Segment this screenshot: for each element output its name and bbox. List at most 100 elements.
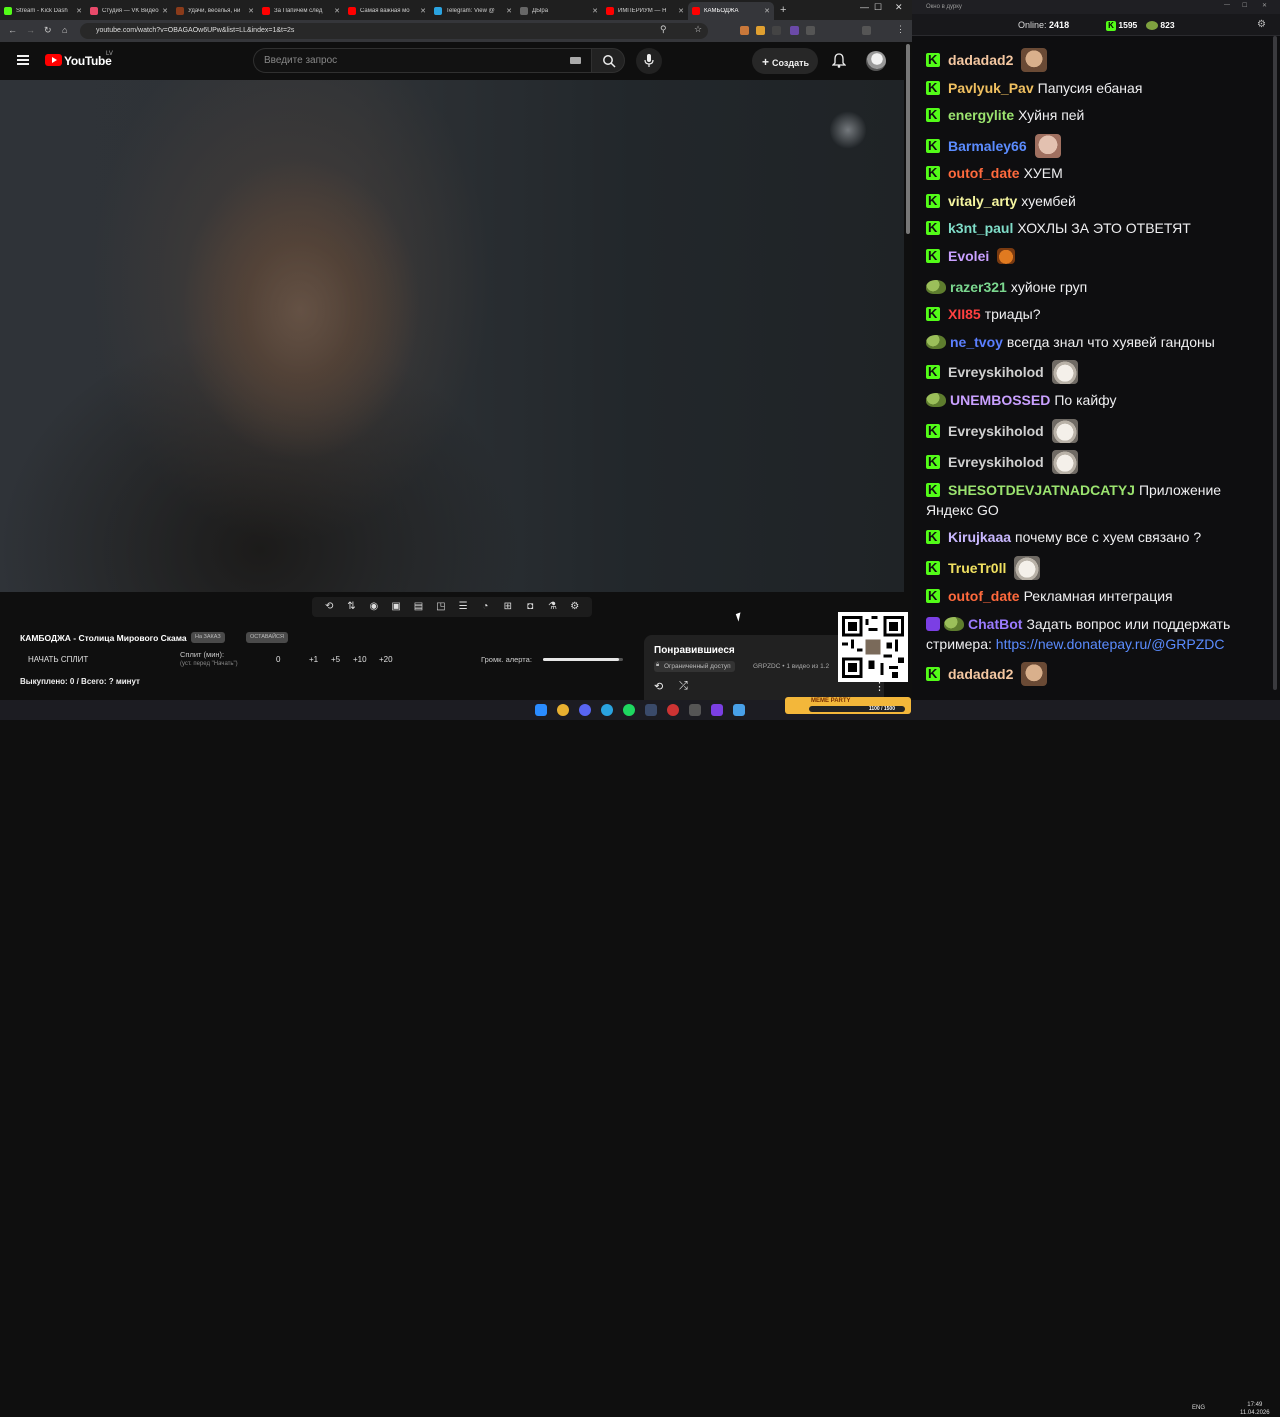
donation-link[interactable]: https://new.donatepay.ru/@GRPZDC [996,636,1225,652]
maximize-icon[interactable]: ☐ [874,2,882,13]
video-player[interactable] [0,80,904,592]
create-button[interactable]: + Создать [752,48,818,74]
page-scrollbar-thumb[interactable] [906,44,910,234]
tab-close-icon[interactable]: ✕ [76,7,82,15]
extension-icon[interactable] [790,26,799,35]
chat-username[interactable]: outof_date [948,588,1020,604]
shuffle-icon[interactable]: ⤮ [679,680,688,693]
chat-username[interactable]: SHESOTDEVJATNADCATYJ [948,482,1135,498]
add-10-button[interactable]: +10 [353,655,367,664]
telegram-icon[interactable] [601,704,613,716]
extension-icon[interactable] [740,26,749,35]
puzzle-icon[interactable] [806,26,815,35]
chat-minimize-icon[interactable]: — [1224,2,1230,8]
chat-username[interactable]: energylite [948,107,1014,123]
playlist-title[interactable]: Понравившиеся [654,645,735,656]
new-tab-icon[interactable]: + [780,4,786,16]
loop-playlist-icon[interactable]: ⟲ [654,680,663,693]
tab-close-icon[interactable]: ✕ [678,7,684,15]
add-20-button[interactable]: +20 [379,655,393,664]
notifications-bell-icon[interactable] [832,53,846,68]
tab-close-icon[interactable]: ✕ [162,7,168,15]
chat-scrollbar-thumb[interactable] [1273,36,1277,690]
media-player-icon[interactable] [711,704,723,716]
speed-gauge-icon[interactable]: ◔ [479,601,491,613]
url-field[interactable]: youtube.com/watch?v=OBAGAOw6UPw&list=LL&… [80,23,708,39]
chat-maximize-icon[interactable]: ☐ [1242,2,1247,9]
youtube-logo-icon[interactable] [45,54,62,66]
add-5-button[interactable]: +5 [331,655,340,664]
tab-close-icon[interactable]: ✕ [764,7,770,15]
add-1-button[interactable]: +1 [309,655,318,664]
chat-username[interactable]: Barmaley66 [948,138,1027,154]
bookmark-star-icon[interactable]: ☆ [694,24,702,35]
browser-tab[interactable]: Telegram: View @ ✕ [430,2,516,20]
tab-close-icon[interactable]: ✕ [420,7,426,15]
loop-icon[interactable]: ⟲ [323,601,335,613]
chat-username[interactable]: outof_date [948,165,1020,181]
chat-username[interactable]: Kirujkaaa [948,529,1011,545]
settings-gear-icon[interactable]: ⚙ [569,601,581,613]
alert-volume-slider[interactable] [543,658,623,661]
zoom-icon[interactable]: ⚲ [660,24,667,35]
tab-close-icon[interactable]: ✕ [248,7,254,15]
split-minutes-value[interactable]: 0 [276,655,280,664]
stay-chip[interactable]: ОСТАВАЙСЯ [246,632,288,643]
search-input[interactable]: Введите запрос [253,48,591,73]
chat-username[interactable]: dadadad2 [948,52,1013,68]
extension-icon[interactable] [772,26,781,35]
keyboard-language[interactable]: ENG [1192,1405,1205,1411]
chat-username[interactable]: dadadad2 [948,666,1013,682]
start-split-button[interactable]: НАЧАТЬ СПЛИТ [28,655,88,664]
extension-icon[interactable] [756,26,765,35]
add-clip-icon[interactable]: ⊞ [502,601,514,613]
chat-username[interactable]: Evreyskiholod [948,364,1044,380]
user-avatar[interactable] [866,51,886,71]
browser-tab[interactable]: ИМПЕРИУМ — Н ✕ [602,2,688,20]
chat-settings-icon[interactable]: ⚙ [1257,19,1266,30]
voice-search-button[interactable] [636,48,662,74]
chat-username[interactable]: ne_tvoy [950,334,1003,350]
menu-icon[interactable] [17,55,29,65]
chrome-icon[interactable] [557,704,569,716]
chat-username[interactable]: Evolei [948,248,989,264]
chat-username[interactable]: razer321 [950,279,1007,295]
close-window-icon[interactable]: ✕ [895,2,903,13]
page-scrollbar[interactable] [904,42,912,700]
chat-username[interactable]: k3nt_paul [948,220,1013,236]
spotify-icon[interactable] [623,704,635,716]
browser-tab[interactable]: Удачи, веселья, ни ✕ [172,2,258,20]
browser-tab[interactable]: ДЫра ✕ [516,2,602,20]
chat-scrollbar[interactable] [1272,36,1278,696]
chat-username[interactable]: Evreyskiholod [948,423,1044,439]
chat-username[interactable]: Evreyskiholod [948,454,1044,470]
chat-username[interactable]: TrueTr0ll [948,560,1006,576]
flask-icon[interactable]: ⚗ [546,601,558,613]
browser-tab[interactable]: Stream - Kick Dash ✕ [0,2,86,20]
start-windows-icon[interactable] [535,704,547,716]
discord-icon[interactable] [579,704,591,716]
chat-username[interactable]: vitaly_arty [948,193,1017,209]
tab-close-icon[interactable]: ✕ [506,7,512,15]
minimize-icon[interactable]: — [860,2,869,12]
browser-tab[interactable]: Самая важная мо ✕ [344,2,430,20]
forward-icon[interactable]: → [26,25,35,35]
search-button[interactable] [591,48,625,73]
steam-icon[interactable] [645,704,657,716]
app-icon[interactable] [689,704,701,716]
tab-close-icon[interactable]: ✕ [334,7,340,15]
chat-username[interactable]: XII85 [948,306,981,322]
broadcast-icon[interactable]: ◉ [368,601,380,613]
sort-icon[interactable]: ⇅ [345,601,357,613]
list-icon[interactable]: ☰ [457,601,469,613]
keyboard-icon[interactable] [570,57,581,64]
reload-icon[interactable]: ↻ [44,25,52,36]
profile-icon[interactable] [862,26,871,35]
chat-username[interactable]: UNEMBOSSED [950,392,1050,408]
chat-username[interactable]: ChatBot [968,616,1022,632]
clapper-icon[interactable]: ▤ [412,601,424,613]
home-icon[interactable]: ⌂ [62,25,67,35]
app-icon[interactable] [667,704,679,716]
tab-close-icon[interactable]: ✕ [592,7,598,15]
chat-close-icon[interactable]: ✕ [1262,2,1267,9]
